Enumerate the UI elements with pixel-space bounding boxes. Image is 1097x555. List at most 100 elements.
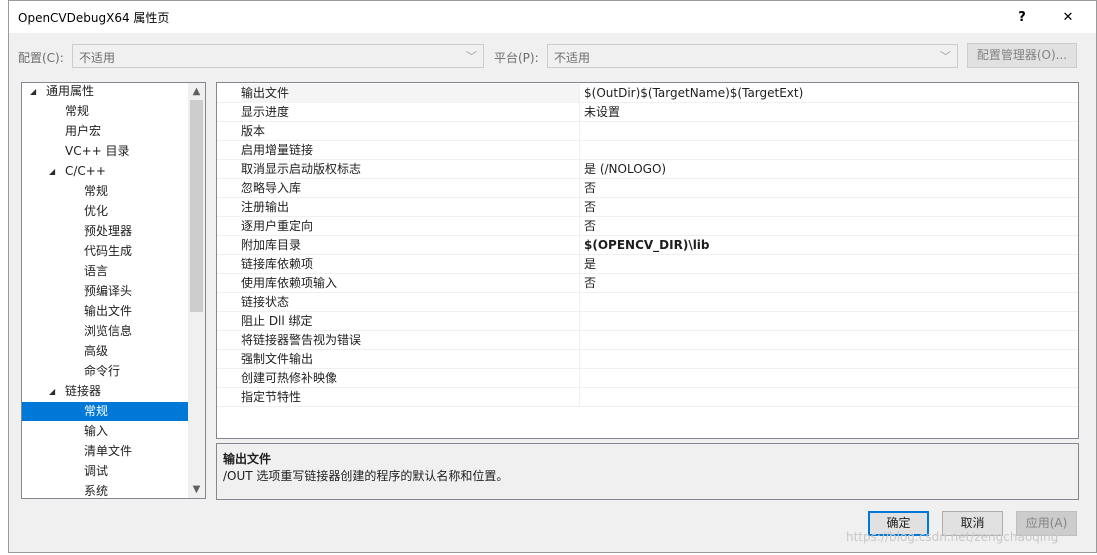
property-name: 链接状态 [241,295,290,309]
tree-item[interactable]: 用户宏 [22,122,188,141]
property-row[interactable]: 忽略导入库 否 [217,179,1078,198]
platform-dropdown[interactable]: 不适用 ﹀ [547,44,958,68]
property-row[interactable]: 使用库依赖项输入 否 [217,274,1078,293]
tree-item[interactable]: 浏览信息 [22,322,188,341]
tree-item[interactable]: 常规 [22,102,188,121]
property-row[interactable]: 注册输出 否 [217,198,1078,217]
property-pages-dialog: OpenCVDebugX64 属性页 ? ✕ 配置(C): 不适用 ﹀ 平台(P… [8,0,1097,553]
column-separator [579,198,580,217]
tree-item[interactable]: 常规 [22,402,188,421]
property-value[interactable]: 否 [584,274,596,293]
tree-item[interactable]: 命令行 [22,362,188,381]
tree-item-label: 清单文件 [84,444,133,458]
chevron-down-icon: ﹀ [466,50,477,63]
column-separator [579,236,580,255]
property-name: 版本 [241,124,266,138]
property-tree: ▲ ▼ ◢ 通用属性 常规 用户宏 VC++ 目录 ◢ C/C++ 常规 优化 预处理器 代码生成语… [21,82,206,499]
tree-item-label: 预处理器 [84,224,133,238]
property-name: 逐用户重定向 [241,219,314,233]
tree-item[interactable]: 系统 [22,482,188,498]
tree-item[interactable]: 清单文件 [22,442,188,461]
tree-item[interactable]: ◢ C/C++ [22,162,188,181]
tree-item[interactable]: 预处理器 [22,222,188,241]
tree-item[interactable]: VC++ 目录 [22,142,188,161]
property-name: 将链接器警告视为错误 [241,333,362,347]
tree-item[interactable]: 语言 [22,262,188,281]
close-icon[interactable]: ✕ [1048,1,1088,33]
configuration-label: 配置(C): [18,51,64,65]
column-separator [579,103,580,122]
tree-item[interactable]: ◢ 通用属性 [22,83,188,101]
description-title: 输出文件 [223,452,272,466]
property-name: 指定节特性 [241,390,302,404]
property-row[interactable]: 创建可热修补映像 [217,369,1078,388]
tree-item[interactable]: 输入 [22,422,188,441]
property-row[interactable]: 链接库依赖项 是 [217,255,1078,274]
description-text: /OUT 选项重写链接器创建的程序的默认名称和位置。 [223,469,509,483]
scroll-down-icon[interactable]: ▼ [188,481,205,498]
property-row[interactable]: 将链接器警告视为错误 [217,331,1078,350]
property-row[interactable]: 指定节特性 [217,388,1078,407]
column-separator [579,293,580,312]
property-value[interactable]: $(OutDir)$(TargetName)$(TargetExt) [584,84,803,103]
tree-item[interactable]: 调试 [22,462,188,481]
column-separator [579,255,580,274]
property-row[interactable]: 链接状态 [217,293,1078,312]
help-button[interactable]: ? [1002,1,1042,33]
tree-item-label: 高级 [84,344,109,358]
property-name: 强制文件输出 [241,352,314,366]
configuration-value: 不适用 [79,51,116,65]
tree-item-label: C/C++ [65,164,106,178]
tree-item[interactable]: 高级 [22,342,188,361]
property-value[interactable]: $(OPENCV_DIR)\lib [584,236,710,255]
property-row[interactable]: 阻止 Dll 绑定 [217,312,1078,331]
tree-item[interactable]: 代码生成 [22,242,188,261]
scroll-thumb[interactable] [190,100,203,312]
property-row[interactable]: 启用增量链接 [217,141,1078,160]
configuration-dropdown[interactable]: 不适用 ﹀ [72,44,484,68]
property-value[interactable]: 是 [584,255,596,274]
column-separator [579,122,580,141]
property-name: 注册输出 [241,200,290,214]
tree-item-label: 输出文件 [84,304,133,318]
property-row[interactable]: 附加库目录 $(OPENCV_DIR)\lib [217,236,1078,255]
property-value[interactable]: 是 (/NOLOGO) [584,160,666,179]
property-row[interactable]: 取消显示启动版权标志 是 (/NOLOGO) [217,160,1078,179]
property-name: 使用库依赖项输入 [241,276,338,290]
tree-item[interactable]: 常规 [22,182,188,201]
expander-icon[interactable]: ◢ [30,83,36,101]
property-row[interactable]: 显示进度 未设置 [217,103,1078,122]
tree-item[interactable]: 优化 [22,202,188,221]
property-row[interactable]: 输出文件 $(OutDir)$(TargetName)$(TargetExt) [217,84,1078,103]
property-value[interactable]: 未设置 [584,103,620,122]
scroll-up-icon[interactable]: ▲ [188,83,205,100]
column-separator [579,141,580,160]
property-name: 输出文件 [241,84,579,103]
tree-item-label: 系统 [84,484,109,498]
property-row[interactable]: 版本 [217,122,1078,141]
column-separator [579,388,580,407]
property-name: 显示进度 [241,105,290,119]
tree-item[interactable]: ◢ 链接器 [22,382,188,401]
tree-item-label: 命令行 [84,364,121,378]
property-value[interactable]: 否 [584,198,596,217]
column-separator [579,369,580,388]
property-value[interactable]: 否 [584,217,596,236]
property-name: 忽略导入库 [241,181,302,195]
tree-item[interactable]: 预编译头 [22,282,188,301]
expander-icon[interactable]: ◢ [49,162,55,181]
tree-item[interactable]: 输出文件 [22,302,188,321]
column-separator [579,350,580,369]
property-row[interactable]: 逐用户重定向 否 [217,217,1078,236]
configuration-manager-button[interactable]: 配置管理器(O)... [967,43,1077,68]
tree-item-label: 调试 [84,464,109,478]
tree-scrollbar[interactable]: ▲ ▼ [188,83,205,498]
expander-icon[interactable]: ◢ [49,382,55,401]
property-name: 创建可热修补映像 [241,371,338,385]
tree-item-label: 代码生成 [84,244,133,258]
tree-item-label: VC++ 目录 [65,144,130,158]
property-row[interactable]: 强制文件输出 [217,350,1078,369]
column-separator [579,331,580,350]
tree-item-label: 常规 [84,184,109,198]
property-value[interactable]: 否 [584,179,596,198]
